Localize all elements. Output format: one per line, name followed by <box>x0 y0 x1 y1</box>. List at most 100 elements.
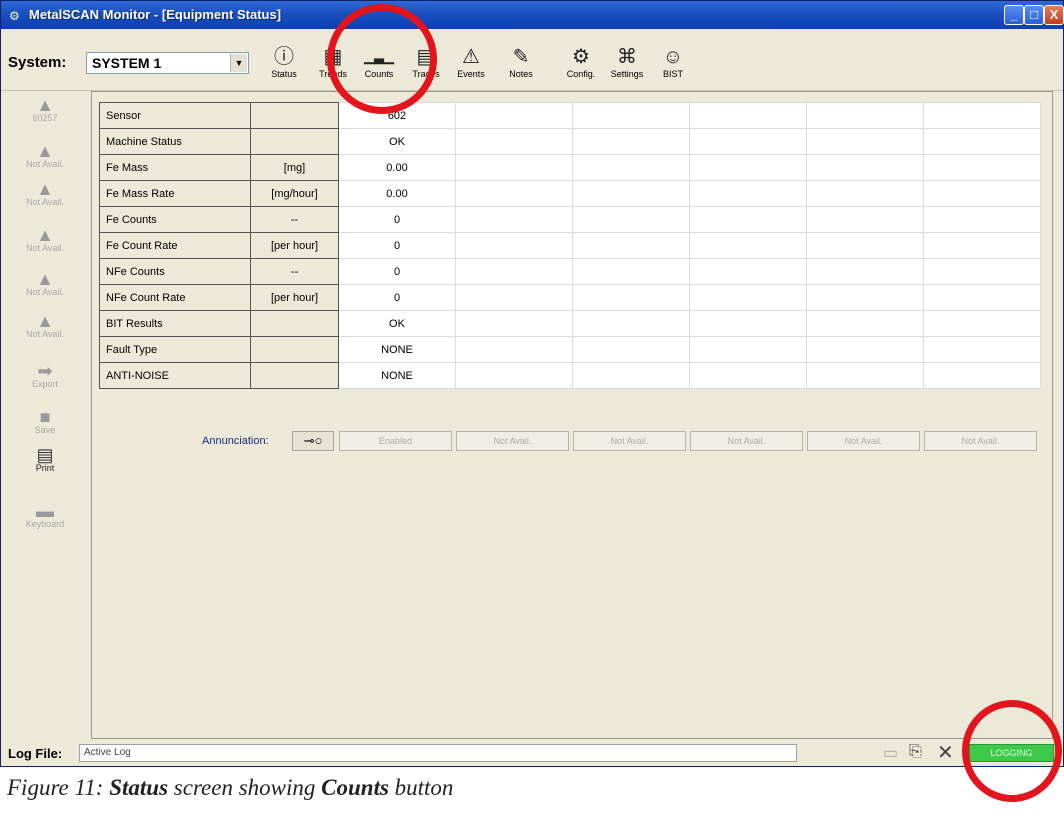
sidebar-item-label: Not Avail. <box>26 159 64 169</box>
annunciation-sensor-4-button[interactable]: Not Avail. <box>690 431 803 451</box>
value-cell <box>572 128 690 155</box>
value-cell <box>572 102 690 129</box>
system-label: System: <box>8 54 67 71</box>
sensor-icon: ▲ <box>36 225 54 245</box>
status-button[interactable]: ⓘ Status <box>267 45 301 87</box>
value-cell <box>455 310 573 337</box>
value-cell <box>806 232 924 259</box>
value-cell <box>455 206 573 233</box>
keyboard-icon: ▬ <box>36 501 54 521</box>
value-cell <box>923 102 1041 129</box>
value-cell <box>923 180 1041 207</box>
value-cell <box>806 284 924 311</box>
minimize-button[interactable]: _ <box>1004 5 1024 25</box>
bist-button[interactable]: ☺ BIST <box>657 45 689 87</box>
caption-bold-status: Status <box>109 775 169 800</box>
value-cell <box>806 102 924 129</box>
annunciation-enabled-button[interactable]: Enabled <box>339 431 452 451</box>
close-button[interactable]: X <box>1044 5 1064 25</box>
title-bar[interactable]: ⚙ MetalSCAN Monitor - [Equipment Status]… <box>1 1 1064 29</box>
value-cell: OK <box>338 310 456 337</box>
caption-middle: screen showing <box>168 775 322 800</box>
value-cell <box>923 206 1041 233</box>
status-bar: Log File: Active Log ▭ ⎘ ✕ LOGGING <box>1 740 1063 766</box>
copy-icon[interactable]: ⎘ <box>909 743 922 761</box>
chevron-down-icon[interactable]: ▼ <box>230 54 247 72</box>
settings-button[interactable]: ⌘ Settings <box>605 45 649 87</box>
export-button[interactable]: ➡ Export <box>1 361 89 389</box>
annunciation-sensor-2-button[interactable]: Not Avail. <box>456 431 569 451</box>
app-window: ⚙ MetalSCAN Monitor - [Equipment Status]… <box>0 0 1064 767</box>
sensor-icon: ▲ <box>36 311 54 331</box>
parameter-name: Sensor <box>99 102 251 129</box>
export-arrow-icon: ➡ <box>37 361 53 381</box>
keyboard-button[interactable]: ▬ Keyboard <box>1 501 89 529</box>
sidebar-item-sensor-2[interactable]: ▲ Not Avail. <box>1 141 89 169</box>
parameter-name: Fe Counts <box>99 206 251 233</box>
config-button[interactable]: ⚙ Config. <box>561 45 601 87</box>
warning-icon: ⚠ <box>462 46 480 68</box>
value-cell <box>923 128 1041 155</box>
parameter-unit: [per hour] <box>250 232 339 259</box>
sidebar-item-label: Not Avail. <box>26 329 64 339</box>
sidebar-item-label: Not Avail. <box>26 243 64 253</box>
value-cell <box>572 336 690 363</box>
value-cell: 0 <box>338 284 456 311</box>
parameter-unit <box>250 336 339 363</box>
value-cell <box>923 258 1041 285</box>
parameter-unit <box>250 102 339 129</box>
annunciation-label: Annunciation: <box>202 435 269 447</box>
parameter-name: Fe Mass <box>99 154 251 181</box>
sidebar-item-sensor-3[interactable]: ▲ Not Avail. <box>1 179 89 207</box>
close-icon[interactable]: ✕ <box>937 740 954 765</box>
value-cell <box>689 232 807 259</box>
sensor-icon: ▲ <box>36 179 54 199</box>
print-button[interactable]: ▤ Print <box>1 446 89 473</box>
system-select[interactable]: SYSTEM 1 ▼ <box>86 52 249 74</box>
value-cell <box>455 128 573 155</box>
counts-highlight-circle <box>327 4 437 114</box>
value-cell <box>806 128 924 155</box>
maximize-button[interactable]: □ <box>1024 5 1044 25</box>
settings-icon: ⌘ <box>617 46 637 68</box>
export-button-label: Export <box>31 379 58 389</box>
sidebar-item-sensor-4[interactable]: ▲ Not Avail. <box>1 225 89 253</box>
value-cell <box>572 180 690 207</box>
annunciation-sensor-3-button[interactable]: Not Avail. <box>573 431 686 451</box>
status-button-label: Status <box>271 69 297 79</box>
value-cell: 0 <box>338 258 456 285</box>
save-button[interactable]: ■ Save <box>1 407 89 435</box>
annunciation-sensor-6-button[interactable]: Not Avail. <box>924 431 1037 451</box>
value-cell <box>689 258 807 285</box>
caption-bold-counts: Counts <box>321 775 389 800</box>
folder-icon[interactable]: ▭ <box>883 743 898 763</box>
sidebar: ▲ 60257 ▲ Not Avail. ▲ Not Avail. ▲ Not … <box>1 91 89 739</box>
log-file-field[interactable]: Active Log <box>79 744 797 762</box>
value-cell <box>806 310 924 337</box>
sensor-icon: ▲ <box>36 141 54 161</box>
value-cell <box>572 362 690 389</box>
toolbar: System: SYSTEM 1 ▼ ⓘ Status ▦ Trends ▁▃▁… <box>1 30 1063 91</box>
table-row: Fe Count Rate [per hour] 0 <box>99 232 1041 259</box>
parameter-unit <box>250 310 339 337</box>
value-cell <box>689 102 807 129</box>
system-select-value: SYSTEM 1 <box>92 55 162 71</box>
value-cell <box>689 180 807 207</box>
window-title: MetalSCAN Monitor - [Equipment Status] <box>29 7 282 22</box>
save-icon: ■ <box>39 407 51 427</box>
value-cell <box>689 284 807 311</box>
notes-button[interactable]: ✎ Notes <box>503 45 539 87</box>
sensor-icon: ▲ <box>36 95 54 115</box>
sidebar-item-sensor-6[interactable]: ▲ Not Avail. <box>1 311 89 339</box>
parameter-name: Fe Mass Rate <box>99 180 251 207</box>
keyboard-button-label: Keyboard <box>25 519 65 529</box>
parameter-unit <box>250 128 339 155</box>
parameter-unit: [mg/hour] <box>250 180 339 207</box>
value-cell: NONE <box>338 336 456 363</box>
annunciation-sensor-5-button[interactable]: Not Avail. <box>807 431 920 451</box>
sidebar-item-sensor-60257[interactable]: ▲ 60257 <box>1 95 89 123</box>
value-cell <box>455 362 573 389</box>
events-button[interactable]: ⚠ Events <box>451 45 491 87</box>
sidebar-item-sensor-5[interactable]: ▲ Not Avail. <box>1 270 89 297</box>
key-icon[interactable]: ⊸○ <box>292 431 334 451</box>
